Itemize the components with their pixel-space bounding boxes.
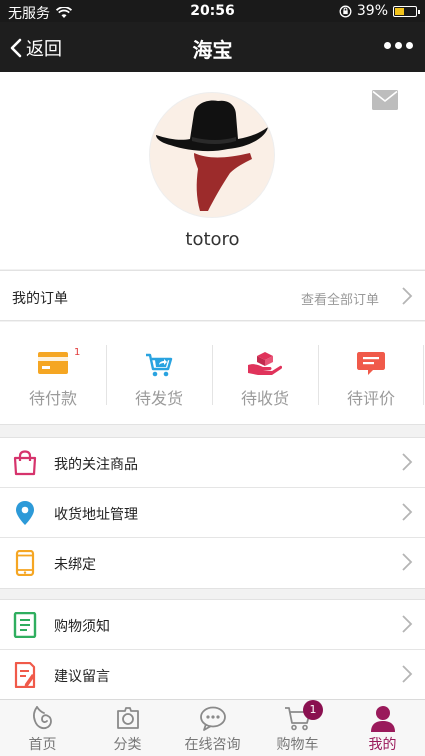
my-orders-title: 我的订单 [12,291,68,307]
more-menu-button[interactable] [384,36,413,49]
feedback-icon [14,662,36,688]
rotation-lock-icon [339,5,352,17]
battery-icon [393,5,420,17]
home-icon [32,706,52,730]
user-icon [370,706,395,732]
my-orders-row[interactable]: 我的订单 查看全部订单 [0,270,425,321]
mail-icon[interactable] [372,90,398,110]
view-all-orders-link[interactable]: 查看全部订单 [301,289,379,308]
more-dot [395,42,402,49]
more-dot [384,42,391,49]
nav-bar: 返回 海宝 [0,22,425,72]
menu-item-followed-products[interactable]: 我的关注商品 [0,438,425,488]
tab-label: 我的 [368,737,397,753]
status-label: 待评价 [346,389,395,408]
menu-item-label: 收货地址管理 [54,507,138,523]
credit-card-icon [38,352,68,374]
status-pending-payment[interactable]: 1 待付款 [0,322,106,425]
chevron-right-icon [402,453,413,471]
battery-percent: 39% [356,3,388,19]
bottom-tab-bar: 首页 分类 在线咨询 1 购物车 我的 [0,699,425,756]
menu-item-label: 购物须知 [54,619,110,635]
status-right: 39% [339,3,420,19]
hand-package-icon [248,352,282,375]
menu-item-shopping-notice[interactable]: 购物须知 [0,600,425,650]
menu-item-label: 我的关注商品 [54,457,138,473]
more-dot [406,42,413,49]
location-pin-icon [16,501,34,525]
cart-count-badge: 1 [303,700,323,720]
tab-label: 分类 [113,737,142,753]
cart-share-icon [146,353,173,377]
profile-header: totoro [0,72,425,269]
tab-mine[interactable]: 我的 [340,700,425,756]
menu-item-label: 未绑定 [54,557,96,573]
chevron-right-icon [402,553,413,571]
tab-cart[interactable]: 1 购物车 [255,700,340,756]
menu-item-label: 建议留言 [54,669,110,685]
menu-item-address-management[interactable]: 收货地址管理 [0,488,425,538]
avatar[interactable] [149,92,275,218]
menu-group-help: 购物须知 建议留言 [0,599,425,701]
chevron-right-icon [402,287,413,305]
tab-label: 购物车 [276,737,319,753]
tab-online-consult[interactable]: 在线咨询 [170,700,255,756]
chevron-right-icon [402,615,413,633]
comment-icon [357,352,385,375]
tab-label: 在线咨询 [184,737,241,753]
tab-label: 首页 [28,737,57,753]
menu-item-bind-phone[interactable]: 未绑定 [0,538,425,588]
status-label: 待付款 [28,389,77,408]
status-pending-review[interactable]: 待评价 [318,322,424,425]
divider [423,345,424,405]
menu-group-account: 我的关注商品 收货地址管理 未绑定 [0,437,425,589]
tab-home[interactable]: 首页 [0,700,85,756]
chevron-right-icon [402,503,413,521]
order-status-row: 1 待付款 待发货 待收货 待评价 [0,322,425,425]
status-bar: 无服务 20:56 39% [0,0,425,22]
status-label: 待发货 [134,389,183,408]
tab-category[interactable]: 分类 [85,700,170,756]
pending-payment-badge: 1 [74,347,81,358]
status-pending-receipt[interactable]: 待收货 [212,322,318,425]
username: totoro [185,229,240,250]
shopping-bag-icon [13,450,37,476]
chat-icon [199,706,226,731]
status-pending-shipment[interactable]: 待发货 [106,322,212,425]
chevron-right-icon [402,665,413,683]
status-label: 待收货 [240,389,289,408]
category-icon [116,707,139,729]
notes-icon [13,612,37,638]
menu-item-feedback[interactable]: 建议留言 [0,650,425,700]
cowboy-avatar-icon [156,100,268,211]
page-title: 海宝 [192,38,233,62]
phone-icon [15,550,35,576]
